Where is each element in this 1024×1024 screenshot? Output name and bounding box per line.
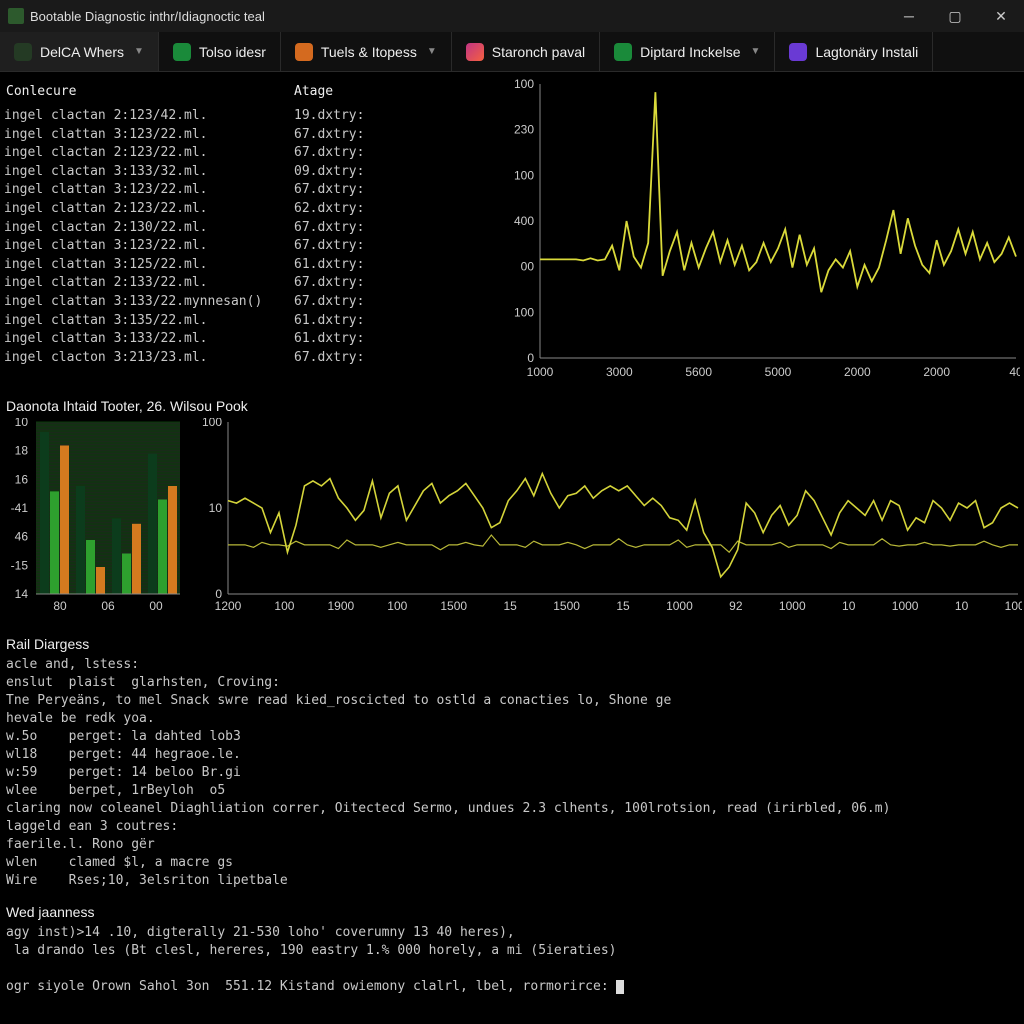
svg-text:230: 230 bbox=[514, 123, 534, 137]
tab-5[interactable]: Lagtonäry Instali bbox=[775, 32, 933, 71]
svg-text:400: 400 bbox=[514, 214, 534, 228]
log-row: ingel clattan 3:123/22.ml.67.dxtry: bbox=[4, 181, 492, 200]
svg-text:5600: 5600 bbox=[685, 365, 712, 379]
log-row: ingel clactan 2:130/22.ml.67.dxtry: bbox=[4, 219, 492, 238]
svg-text:10: 10 bbox=[842, 599, 856, 613]
chevron-down-icon: ▼ bbox=[134, 46, 144, 57]
svg-text:16: 16 bbox=[15, 472, 29, 486]
svg-text:15: 15 bbox=[616, 599, 630, 613]
mid-label: Daonota Ihtaid Tooter, 26. Wilsou Pook bbox=[0, 392, 1024, 418]
svg-text:100: 100 bbox=[202, 418, 222, 429]
tab-label: Lagtonäry Instali bbox=[815, 44, 918, 60]
tab-icon bbox=[14, 43, 32, 61]
svg-text:1000: 1000 bbox=[527, 365, 554, 379]
window-controls: ─ ▢ ✕ bbox=[886, 0, 1024, 32]
tab-label: Diptard Inckelse bbox=[640, 44, 740, 60]
tab-4[interactable]: Diptard Inckelse ▼ bbox=[600, 32, 775, 71]
log-row: ingel clactan 3:133/32.ml.09.dxtry: bbox=[4, 163, 492, 182]
log-row: ingel clattan 3:133/22.mynnesan()67.dxtr… bbox=[4, 293, 492, 312]
tab-label: DelCA Whers bbox=[40, 44, 124, 60]
tab-label: Tolso idesr bbox=[199, 44, 266, 60]
log-row: ingel clattan 2:123/22.ml.62.dxtry: bbox=[4, 200, 492, 219]
console-1: acle and, lstess: enslut plaist glarhste… bbox=[0, 656, 1024, 896]
log-pane: Conlecure Atage ingel clactan 2:123/42.m… bbox=[0, 72, 500, 392]
log-row: ingel clactan 2:123/22.ml.67.dxtry: bbox=[4, 144, 492, 163]
chevron-down-icon: ▼ bbox=[427, 46, 437, 57]
svg-text:2000: 2000 bbox=[923, 365, 950, 379]
tab-icon bbox=[295, 43, 313, 61]
svg-text:100: 100 bbox=[514, 305, 534, 319]
svg-text:1000: 1000 bbox=[1005, 599, 1022, 613]
tab-icon bbox=[614, 43, 632, 61]
svg-text:10: 10 bbox=[209, 501, 223, 515]
svg-text:80: 80 bbox=[53, 599, 67, 613]
svg-text:3000: 3000 bbox=[606, 365, 633, 379]
svg-text:00: 00 bbox=[149, 599, 163, 613]
app-icon bbox=[8, 8, 24, 24]
tab-bar: DelCA Whers ▼ Tolso idesr Tuels & Itopess ▼ S… bbox=[0, 32, 1024, 72]
svg-text:100: 100 bbox=[514, 78, 534, 91]
close-button[interactable]: ✕ bbox=[978, 0, 1024, 32]
svg-text:15: 15 bbox=[503, 599, 517, 613]
svg-text:1900: 1900 bbox=[328, 599, 355, 613]
cursor bbox=[616, 980, 624, 994]
svg-text:1500: 1500 bbox=[440, 599, 467, 613]
minimize-button[interactable]: ─ bbox=[886, 0, 932, 32]
svg-text:10: 10 bbox=[15, 418, 29, 429]
section-rail: Rail Diargess bbox=[0, 628, 1024, 656]
svg-text:100: 100 bbox=[274, 599, 294, 613]
log-row: ingel clattan 3:123/22.ml.67.dxtry: bbox=[4, 237, 492, 256]
tab-2[interactable]: Tuels & Itopess ▼ bbox=[281, 32, 452, 71]
svg-text:1200: 1200 bbox=[215, 599, 242, 613]
log-row: ingel clattan 3:135/22.ml.61.dxtry: bbox=[4, 312, 492, 331]
svg-text:0: 0 bbox=[527, 351, 534, 365]
log-row: ingel clacton 3:213/23.ml.67.dxtry: bbox=[4, 349, 492, 368]
svg-text:2000: 2000 bbox=[844, 365, 871, 379]
titlebar: Bootable Diagnostic inthr/Idiagnoctic te… bbox=[0, 0, 1024, 32]
window-title: Bootable Diagnostic inthr/Idiagnoctic te… bbox=[30, 9, 265, 24]
svg-text:18: 18 bbox=[15, 444, 29, 458]
svg-text:-15: -15 bbox=[11, 558, 29, 572]
line-chart-pane: 0101001200100190010015001515001510009210… bbox=[194, 418, 1022, 624]
tab-label: Staronch paval bbox=[492, 44, 585, 60]
svg-text:1000: 1000 bbox=[779, 599, 806, 613]
svg-text:100: 100 bbox=[387, 599, 407, 613]
svg-text:40: 40 bbox=[1009, 365, 1020, 379]
tab-icon bbox=[789, 43, 807, 61]
maximize-button[interactable]: ▢ bbox=[932, 0, 978, 32]
chart-top: 0 100 00 400 100 230 100 1000 3000 5600 5000 2000 20… bbox=[500, 72, 1024, 392]
log-row: ingel clactan 2:123/42.ml.19.dxtry: bbox=[4, 107, 492, 126]
svg-text:46: 46 bbox=[15, 530, 29, 544]
tab-icon bbox=[173, 43, 191, 61]
tab-3[interactable]: Staronch paval bbox=[452, 32, 600, 71]
tab-icon bbox=[466, 43, 484, 61]
svg-text:5000: 5000 bbox=[765, 365, 792, 379]
svg-text:1000: 1000 bbox=[666, 599, 693, 613]
svg-text:100: 100 bbox=[514, 168, 534, 182]
svg-text:00: 00 bbox=[521, 260, 535, 274]
chevron-down-icon: ▼ bbox=[751, 46, 761, 57]
svg-text:14: 14 bbox=[15, 587, 29, 601]
log-row: ingel clattan 3:123/22.ml.67.dxtry: bbox=[4, 126, 492, 145]
log-header-2: Atage bbox=[294, 84, 474, 99]
section-wed: Wed jaanness bbox=[0, 896, 1024, 924]
tab-1[interactable]: Tolso idesr bbox=[159, 32, 281, 71]
log-header-1: Conlecure bbox=[4, 84, 294, 99]
tab-0[interactable]: DelCA Whers ▼ bbox=[0, 32, 159, 71]
svg-text:92: 92 bbox=[729, 599, 743, 613]
log-row: ingel clattan 3:125/22.ml.61.dxtry: bbox=[4, 256, 492, 275]
svg-text:1500: 1500 bbox=[553, 599, 580, 613]
tab-label: Tuels & Itopess bbox=[321, 44, 417, 60]
svg-text:10: 10 bbox=[955, 599, 969, 613]
svg-text:-41: -41 bbox=[11, 501, 29, 515]
log-row: ingel clattan 3:133/22.ml.61.dxtry: bbox=[4, 330, 492, 349]
log-row: ingel clattan 2:133/22.ml.67.dxtry: bbox=[4, 274, 492, 293]
svg-text:06: 06 bbox=[101, 599, 115, 613]
console-2: agy inst)>14 .10, digterally 21-530 loho… bbox=[0, 924, 1024, 1002]
bar-chart-pane: 14 -15 46 -41 16 18 10 80 06 00 bbox=[4, 418, 184, 624]
svg-text:1000: 1000 bbox=[892, 599, 919, 613]
